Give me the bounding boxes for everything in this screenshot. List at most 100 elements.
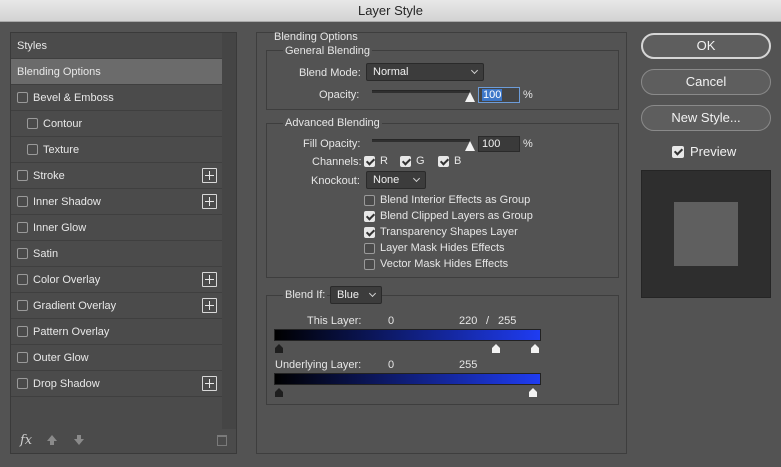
style-item-bevel-emboss[interactable]: Bevel & Emboss: [11, 85, 222, 111]
style-item-satin[interactable]: Satin: [11, 241, 222, 267]
layer-mask-hides-check[interactable]: [364, 242, 375, 254]
style-item-outer-glow[interactable]: Outer Glow: [11, 345, 222, 371]
styles-list-scrollbar[interactable]: [222, 33, 236, 429]
style-item-checkbox[interactable]: [27, 118, 38, 129]
channel-r-checkbox[interactable]: R: [364, 155, 388, 167]
styles-header[interactable]: Styles: [11, 33, 222, 59]
this-layer-black-thumb[interactable]: [275, 344, 283, 353]
opacity-percent: %: [523, 89, 533, 101]
blend-clipped-layers-option[interactable]: Blend Clipped Layers as Group: [364, 210, 533, 222]
style-item-pattern-overlay[interactable]: Pattern Overlay: [11, 319, 222, 345]
move-down-icon[interactable]: [74, 435, 84, 445]
style-item-blending-options[interactable]: Blending Options: [11, 59, 222, 85]
style-item-checkbox[interactable]: [17, 352, 28, 363]
style-item-label: Texture: [43, 143, 80, 156]
blend-interior-effects-check[interactable]: [364, 194, 375, 206]
channel-g-check[interactable]: [400, 155, 411, 167]
preview-check[interactable]: [672, 145, 684, 158]
add-icon[interactable]: [202, 194, 217, 209]
fx-icon[interactable]: fx: [20, 433, 32, 448]
blend-if-group: [266, 295, 619, 405]
this-layer-split-white-thumb-left[interactable]: [492, 344, 500, 353]
styles-header-label: Styles: [17, 39, 47, 52]
channel-b-checkbox[interactable]: B: [438, 155, 461, 167]
fill-opacity-value: 100: [482, 138, 501, 150]
style-item-checkbox[interactable]: [17, 274, 28, 285]
underlying-layer-high-value: 255: [459, 359, 478, 371]
transparency-shapes-label: Transparency Shapes Layer: [380, 226, 518, 238]
preview-label: Preview: [690, 144, 737, 159]
underlying-layer-black-thumb[interactable]: [275, 388, 283, 397]
opacity-label: Opacity:: [319, 89, 360, 101]
style-item-texture[interactable]: Texture: [11, 137, 222, 163]
add-icon[interactable]: [202, 376, 217, 391]
add-icon[interactable]: [202, 168, 217, 183]
style-item-checkbox[interactable]: [17, 222, 28, 233]
style-item-checkbox[interactable]: [17, 170, 28, 181]
style-item-checkbox[interactable]: [27, 144, 38, 155]
ok-button[interactable]: OK: [641, 33, 771, 59]
channel-g-checkbox[interactable]: G: [400, 155, 425, 167]
style-item-contour[interactable]: Contour: [11, 111, 222, 137]
style-item-label: Bevel & Emboss: [33, 91, 114, 104]
style-item-inner-glow[interactable]: Inner Glow: [11, 215, 222, 241]
blend-mode-value: Normal: [373, 66, 409, 78]
style-item-checkbox[interactable]: [17, 196, 28, 207]
blend-if-label: Blend If:: [283, 289, 328, 301]
this-layer-label: This Layer:: [307, 315, 362, 327]
style-item-label: Stroke: [33, 169, 65, 182]
blend-if-channel-dropdown[interactable]: Blue: [330, 286, 382, 304]
this-layer-white-thumb[interactable]: [531, 344, 539, 353]
cancel-button[interactable]: Cancel: [641, 69, 771, 95]
blend-clipped-layers-label: Blend Clipped Layers as Group: [380, 210, 533, 222]
styles-panel: Styles Blending Options Bevel & Emboss Con…: [10, 32, 237, 454]
underlying-layer-white-thumb[interactable]: [529, 388, 537, 397]
blend-interior-effects-option[interactable]: Blend Interior Effects as Group: [364, 194, 530, 206]
opacity-value: 100: [482, 89, 503, 101]
opacity-slider-track[interactable]: [372, 90, 470, 93]
style-item-label: Inner Glow: [33, 221, 87, 234]
style-item-checkbox[interactable]: [17, 378, 28, 389]
style-item-inner-shadow[interactable]: Inner Shadow: [11, 189, 222, 215]
split-left-half: [492, 344, 500, 353]
this-layer-high-value-a: 220: [459, 315, 478, 327]
this-layer-low-value: 0: [388, 315, 395, 327]
opacity-slider-thumb[interactable]: [465, 92, 475, 102]
channel-r-check[interactable]: [364, 155, 375, 167]
styles-list: Styles Blending Options Bevel & Emboss Con…: [11, 33, 222, 429]
style-item-drop-shadow[interactable]: Drop Shadow: [11, 371, 222, 397]
preview-checkbox-row[interactable]: Preview: [672, 144, 736, 159]
transparency-shapes-option[interactable]: Transparency Shapes Layer: [364, 226, 518, 238]
style-item-color-overlay[interactable]: Color Overlay: [11, 267, 222, 293]
vector-mask-hides-label: Vector Mask Hides Effects: [380, 258, 509, 270]
fill-opacity-field[interactable]: 100: [478, 136, 520, 152]
fill-opacity-slider-track[interactable]: [372, 139, 470, 142]
style-item-checkbox[interactable]: [17, 92, 28, 103]
style-item-checkbox[interactable]: [17, 326, 28, 337]
style-item-label: Color Overlay: [33, 273, 101, 286]
add-icon[interactable]: [202, 298, 217, 313]
style-item-stroke[interactable]: Stroke: [11, 163, 222, 189]
style-item-checkbox[interactable]: [17, 300, 28, 311]
fill-opacity-percent: %: [523, 138, 533, 150]
advanced-blending-title: Advanced Blending: [283, 117, 382, 129]
blend-clipped-layers-check[interactable]: [364, 210, 375, 222]
trash-icon[interactable]: [217, 435, 227, 446]
blending-options-title: Blending Options: [274, 31, 358, 43]
knockout-dropdown[interactable]: None: [366, 171, 426, 189]
transparency-shapes-check[interactable]: [364, 226, 375, 238]
add-icon[interactable]: [202, 272, 217, 287]
channel-b-check[interactable]: [438, 155, 449, 167]
opacity-field[interactable]: 100: [478, 87, 520, 103]
channels-label: Channels:: [312, 156, 362, 168]
fill-opacity-slider-thumb[interactable]: [465, 141, 475, 151]
blend-mode-dropdown[interactable]: Normal: [366, 63, 484, 81]
layer-mask-hides-option[interactable]: Layer Mask Hides Effects: [364, 242, 505, 254]
new-style-button[interactable]: New Style...: [641, 105, 771, 131]
style-item-gradient-overlay[interactable]: Gradient Overlay: [11, 293, 222, 319]
vector-mask-hides-check[interactable]: [364, 258, 375, 270]
preview-box: [641, 170, 771, 298]
vector-mask-hides-option[interactable]: Vector Mask Hides Effects: [364, 258, 508, 270]
style-item-checkbox[interactable]: [17, 248, 28, 259]
move-up-icon[interactable]: [47, 435, 57, 445]
